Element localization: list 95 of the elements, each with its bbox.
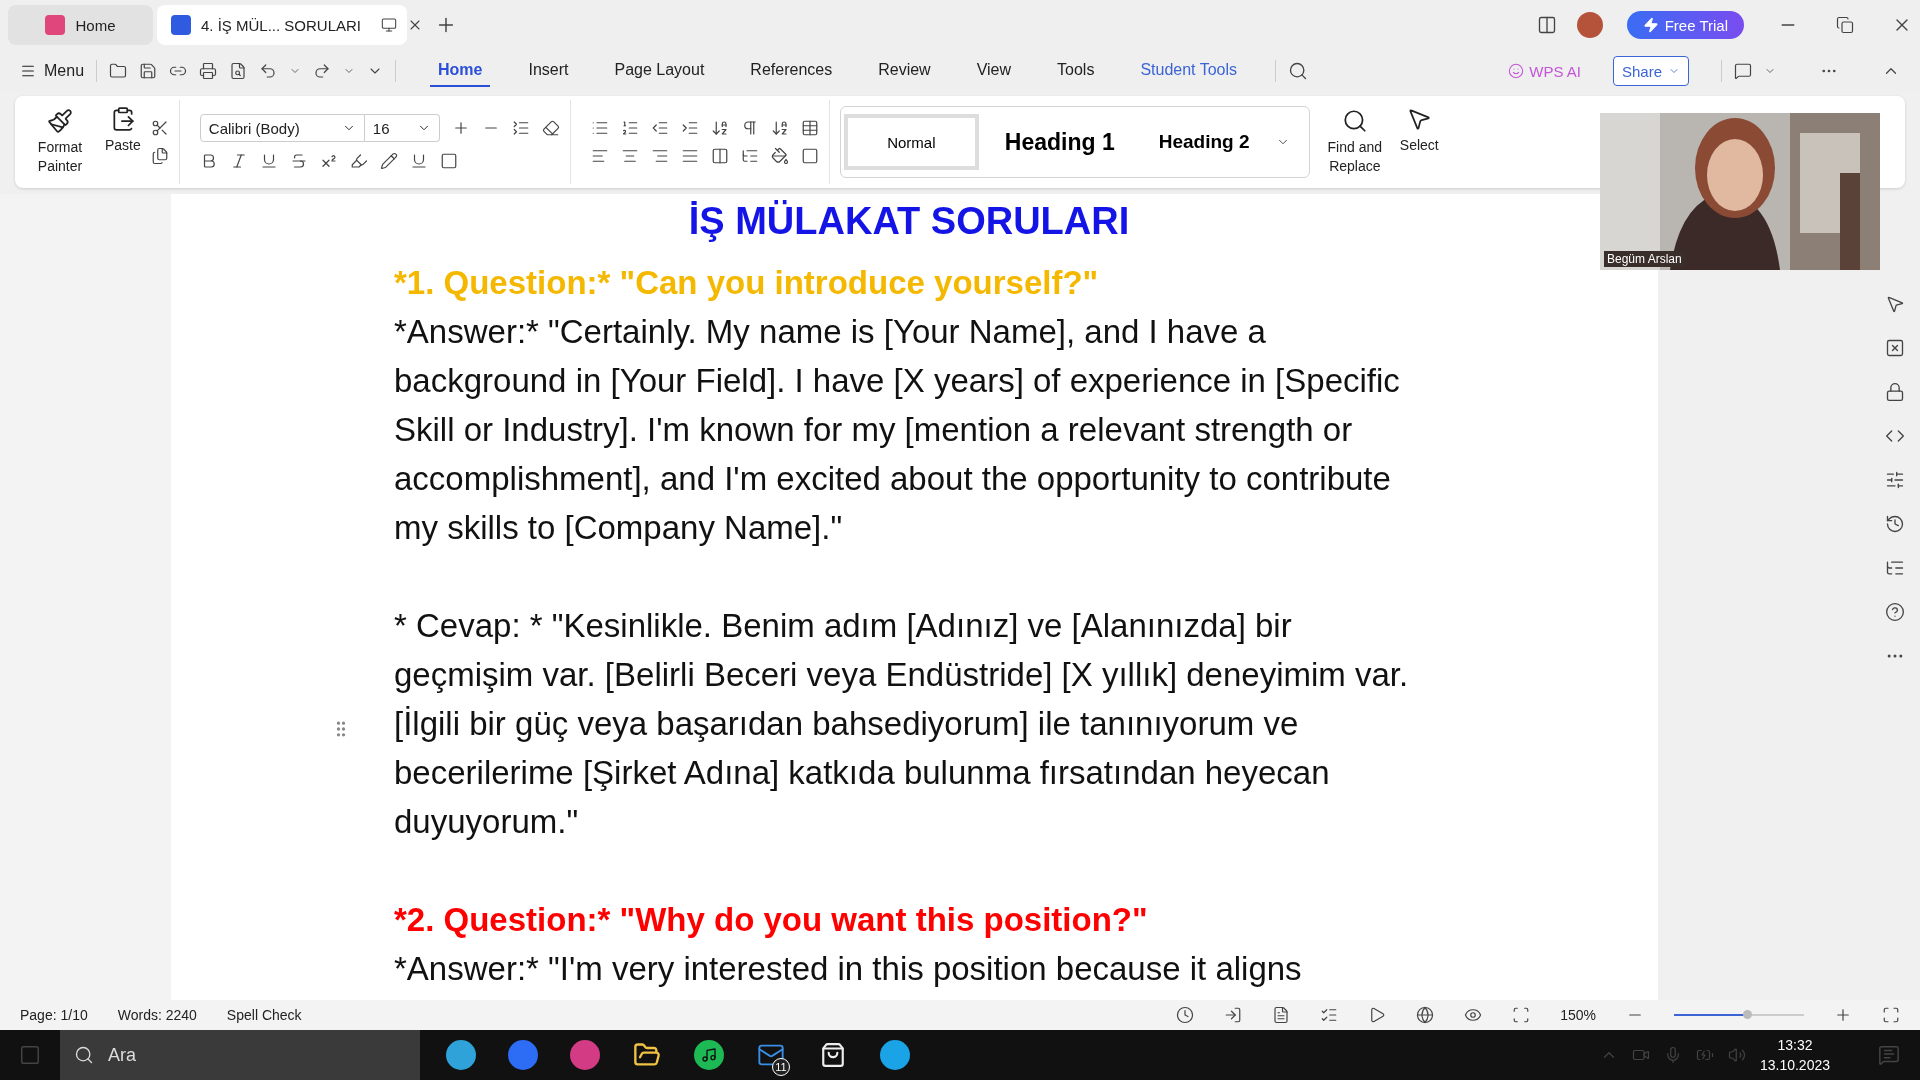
align-center-icon[interactable] (620, 147, 639, 165)
page-view-icon[interactable] (1272, 1006, 1291, 1024)
find-replace-button[interactable]: Find and Replace (1319, 100, 1390, 184)
start-icon[interactable] (19, 1044, 41, 1066)
character-shading-icon[interactable] (439, 152, 458, 170)
menu-icon (20, 63, 36, 79)
question-heading[interactable]: *2. Question:* "Why do you want this position?" (394, 895, 1434, 944)
style-option[interactable]: Heading 1 (986, 114, 1133, 170)
app-logo-icon (45, 15, 66, 35)
eye-icon[interactable] (1464, 1006, 1483, 1024)
web-view-icon[interactable] (1416, 1006, 1435, 1024)
search-icon (74, 1045, 94, 1065)
close-document-icon[interactable] (1885, 338, 1905, 358)
ribbon-tab[interactable]: Page Layout (606, 55, 713, 87)
search-field[interactable]: Ara (60, 1030, 420, 1080)
lock-icon[interactable] (1885, 382, 1905, 402)
print-icon[interactable] (199, 62, 218, 80)
tab-label: 4. İŞ MÜL... SORULARI (201, 16, 362, 34)
border-icon[interactable] (800, 147, 819, 165)
paste-button[interactable]: Paste (105, 100, 141, 184)
pointer-icon[interactable] (1885, 294, 1905, 314)
ribbon-tab[interactable]: Student Tools (1132, 55, 1246, 87)
smile-icon (1508, 63, 1525, 79)
zoom-level[interactable]: 150% (1560, 1007, 1596, 1023)
participant-name: Begüm Arslan (1604, 251, 1685, 267)
clock-date[interactable]: 13.10.2023 (1759, 1055, 1830, 1075)
line-spacing-icon[interactable] (740, 147, 759, 165)
search-icon[interactable] (1288, 61, 1309, 81)
zoom-in-icon[interactable] (1834, 1006, 1852, 1024)
answer-paragraph[interactable]: *Answer:* "Certainly. My name is [Your Name], and I have a background in [Your Field]. I have [X years] of experience in [Specific Skill or Industry]. I'm known for my [mention a relevant strength or accomplishment], and I'm excited about the opportunity to contribute my skills to [Company Name]." (394, 307, 1434, 552)
clock-icon[interactable] (1176, 1006, 1195, 1024)
justify-icon[interactable] (680, 147, 699, 165)
free-trial-button[interactable]: Free Trial (1626, 11, 1744, 39)
answer-paragraph[interactable]: * Cevap: * "Kesinlikle. Benim adım [Adınız] ve [Alanınızda] bir geçmişim var. [Belirli Beceri veya Endüstride] [X yıllık] deneyimim var. [İlgili bir güç veya başarıdan bahsediyorum] ile tanınıyorum ve becerilerime [Şirket Adına] katkıda bulunma fırsatından heyecan duyuyorum." (394, 601, 1434, 846)
share-button[interactable]: Share (1612, 56, 1689, 86)
align-left-icon[interactable] (590, 147, 609, 165)
mail-badge: 11 (772, 1058, 790, 1076)
tab-label: Home (75, 16, 116, 34)
page-count[interactable]: Page: 1/10 (20, 1007, 88, 1023)
redo-icon[interactable] (313, 62, 332, 80)
ribbon-tab[interactable]: Review (870, 55, 939, 87)
settings-icon[interactable] (1885, 470, 1905, 490)
select-button[interactable]: Select (1399, 100, 1439, 184)
fit-icon[interactable] (1512, 1006, 1531, 1024)
avatar[interactable] (1576, 12, 1603, 38)
folder-icon[interactable] (109, 62, 128, 80)
change-case-icon[interactable] (511, 119, 530, 137)
sort-icon[interactable] (770, 119, 789, 137)
font-size-field[interactable]: 16 (364, 114, 440, 142)
window-icon[interactable] (381, 17, 398, 33)
input-icon[interactable] (1224, 1006, 1243, 1024)
ribbon-tab[interactable]: View (968, 55, 1020, 87)
style-option[interactable]: Normal (843, 114, 979, 170)
play-icon[interactable] (1368, 1006, 1387, 1024)
document-icon (171, 15, 191, 35)
clock-time[interactable]: 13:32 (1777, 1035, 1813, 1055)
comment-icon[interactable] (1734, 62, 1752, 80)
lightning-icon (1642, 17, 1659, 33)
cut-icon[interactable] (150, 119, 169, 137)
format-painter-button[interactable]: Format Painter (25, 100, 95, 184)
undo-icon[interactable] (259, 62, 278, 80)
document-tab[interactable]: Home (8, 5, 153, 45)
clear-format-icon[interactable] (541, 119, 560, 137)
answer-paragraph[interactable]: *Answer:* "I'm very interested in this position because it aligns (394, 944, 1434, 993)
shading-icon[interactable] (770, 147, 789, 165)
superscript-icon[interactable] (319, 152, 338, 170)
mail-button[interactable]: 11 (740, 1030, 802, 1080)
align-right-icon[interactable] (650, 147, 669, 165)
menu-button[interactable]: Menu (20, 62, 85, 80)
document-title[interactable]: İŞ MÜLAKAT SORULARI (394, 194, 1424, 244)
history-icon[interactable] (1885, 514, 1905, 534)
word-count[interactable]: Words: 2240 (117, 1007, 197, 1023)
paintbrush-icon (47, 108, 73, 134)
numbering-icon[interactable] (620, 119, 639, 137)
decrease-indent-icon[interactable] (650, 119, 669, 137)
help-icon[interactable] (1885, 602, 1905, 622)
copy-icon[interactable] (150, 147, 169, 165)
ribbon-tab[interactable]: Tools (1049, 55, 1103, 87)
restore-icon[interactable] (1836, 16, 1854, 34)
search-icon (1341, 108, 1368, 134)
window-layout-icon[interactable] (1536, 15, 1557, 35)
increase-indent-icon[interactable] (680, 119, 699, 137)
style-option[interactable]: Heading 2 (1140, 114, 1268, 170)
outline-view-icon[interactable] (1320, 1006, 1339, 1024)
ribbon-tab[interactable]: Home (430, 55, 491, 87)
fullscreen-icon[interactable] (1882, 1006, 1900, 1024)
font-name-field[interactable]: Calibri (Body) (199, 114, 365, 142)
bullets-icon[interactable] (590, 119, 609, 137)
ribbon-tab[interactable]: References (742, 55, 841, 87)
ribbon-tab[interactable]: Insert (520, 55, 577, 87)
table-icon[interactable] (800, 119, 819, 137)
save-icon[interactable] (139, 62, 158, 80)
print-preview-icon[interactable] (229, 62, 248, 80)
distribute-icon[interactable] (710, 147, 729, 165)
spell-check-button[interactable]: Spell Check (226, 1007, 302, 1023)
